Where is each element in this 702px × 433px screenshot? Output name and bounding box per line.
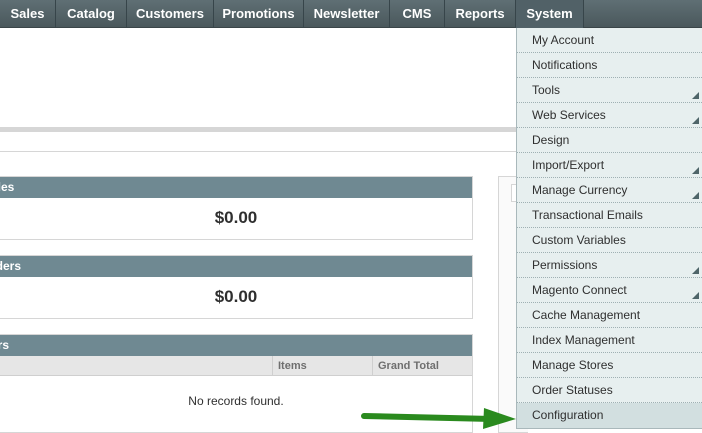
lifetime-sales-title: ales: [0, 180, 15, 194]
menu-item-import-export[interactable]: Import/Export: [517, 153, 702, 178]
menu-item-label: Magento Connect: [532, 283, 627, 297]
average-orders-header: rders: [0, 256, 472, 277]
last-orders-grid-header: Items Grand Total: [0, 356, 472, 376]
menu-item-label: Configuration: [532, 408, 604, 422]
average-orders-value: $0.00: [214, 287, 258, 306]
nav-catalog[interactable]: Catalog: [56, 0, 127, 28]
menu-item-tools[interactable]: Tools: [517, 78, 702, 103]
nav-sales[interactable]: Sales: [0, 0, 56, 28]
main-navigation: Sales Catalog Customers Promotions Newsl…: [0, 0, 702, 28]
menu-item-magento-connect[interactable]: Magento Connect: [517, 278, 702, 303]
average-orders-box: rders $0.00: [0, 255, 473, 319]
last-orders-header: ers: [0, 335, 472, 356]
menu-item-label: My Account: [532, 33, 595, 47]
submenu-arrow-icon: [692, 267, 699, 274]
menu-item-label: Tools: [532, 83, 561, 97]
menu-item-label: Cache Management: [532, 308, 641, 322]
column-items[interactable]: Items: [272, 356, 372, 376]
menu-item-label: Permissions: [532, 258, 598, 272]
nav-reports[interactable]: Reports: [445, 0, 516, 28]
menu-item-label: Web Services: [532, 108, 606, 122]
menu-item-my-account[interactable]: My Account: [517, 28, 702, 53]
menu-item-label: Order Statuses: [532, 383, 613, 397]
nav-system[interactable]: System: [516, 0, 584, 28]
menu-item-label: Index Management: [532, 333, 635, 347]
menu-item-cache-management[interactable]: Cache Management: [517, 303, 702, 328]
menu-item-transactional-emails[interactable]: Transactional Emails: [517, 203, 702, 228]
menu-item-manage-stores[interactable]: Manage Stores: [517, 353, 702, 378]
menu-item-design[interactable]: Design: [517, 128, 702, 153]
nav-cms[interactable]: CMS: [390, 0, 445, 28]
menu-item-label: Design: [532, 133, 570, 147]
menu-item-label: Notifications: [532, 58, 598, 72]
pointer-arrow-icon: [361, 408, 516, 429]
system-dropdown-menu: My Account Notifications Tools Web Servi…: [516, 28, 702, 429]
menu-item-configuration[interactable]: Configuration: [517, 403, 702, 428]
menu-item-label: Transactional Emails: [532, 208, 643, 222]
menu-item-custom-variables[interactable]: Custom Variables: [517, 228, 702, 253]
submenu-arrow-icon: [692, 117, 699, 124]
menu-item-label: Manage Stores: [532, 358, 614, 372]
submenu-arrow-icon: [692, 92, 699, 99]
menu-item-manage-currency[interactable]: Manage Currency: [517, 178, 702, 203]
menu-item-index-management[interactable]: Index Management: [517, 328, 702, 353]
menu-item-notifications[interactable]: Notifications: [517, 53, 702, 78]
lifetime-sales-value: $0.00: [214, 208, 258, 227]
menu-item-order-statuses[interactable]: Order Statuses: [517, 378, 702, 403]
lifetime-sales-header: ales: [0, 177, 472, 198]
last-orders-title: ers: [0, 338, 10, 352]
menu-item-label: Import/Export: [532, 158, 605, 172]
submenu-arrow-icon: [692, 192, 699, 199]
submenu-arrow-icon: [692, 292, 699, 299]
column-grand-total[interactable]: Grand Total: [372, 356, 472, 376]
submenu-arrow-icon: [692, 167, 699, 174]
lifetime-sales-box: ales $0.00: [0, 176, 473, 240]
nav-newsletter[interactable]: Newsletter: [304, 0, 390, 28]
menu-item-web-services[interactable]: Web Services: [517, 103, 702, 128]
nav-promotions[interactable]: Promotions: [214, 0, 304, 28]
menu-item-label: Manage Currency: [532, 183, 628, 197]
menu-item-label: Custom Variables: [532, 233, 626, 247]
nav-customers[interactable]: Customers: [127, 0, 214, 28]
average-orders-title: rders: [0, 259, 22, 273]
menu-item-permissions[interactable]: Permissions: [517, 253, 702, 278]
